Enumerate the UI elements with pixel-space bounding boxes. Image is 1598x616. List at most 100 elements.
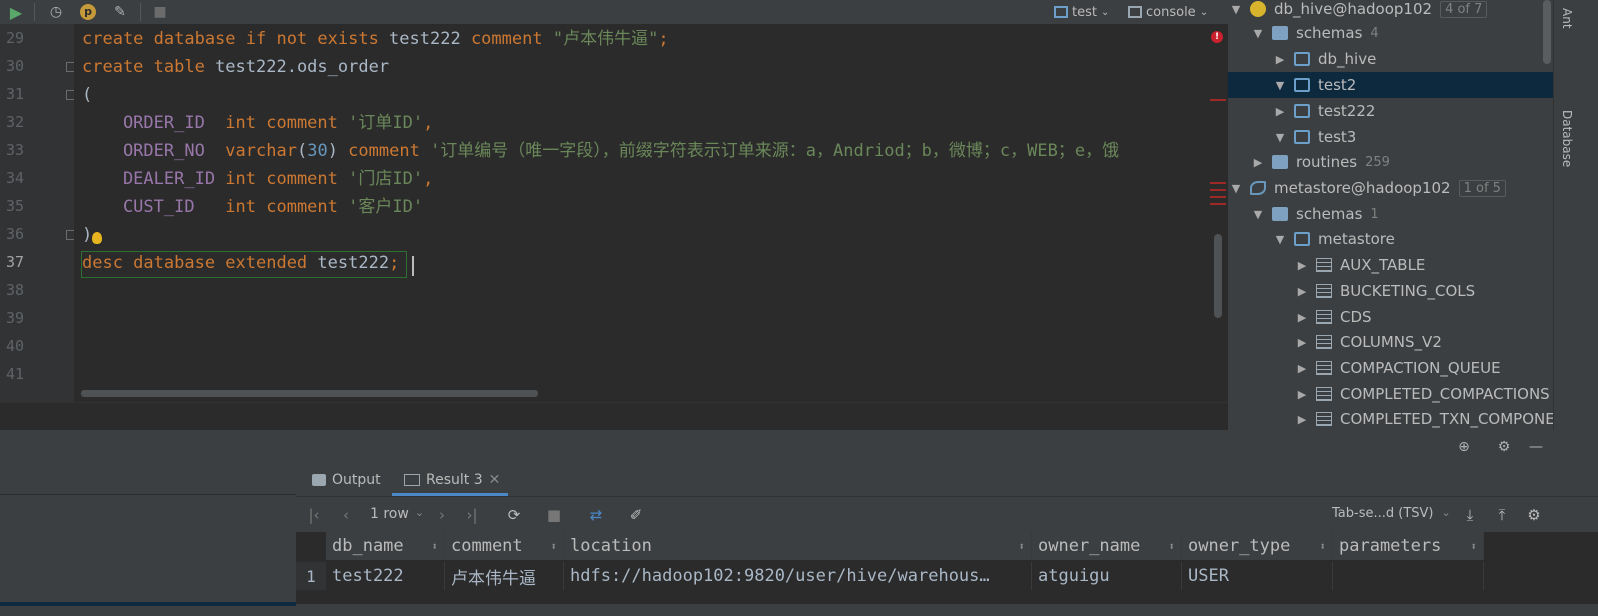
table-cell[interactable]: atguigu — [1032, 562, 1182, 590]
last-page-icon[interactable]: ›| — [462, 505, 482, 525]
toolbar-separator — [34, 3, 35, 21]
tree-scrollbar[interactable] — [1543, 0, 1551, 64]
console-icon — [1128, 6, 1142, 18]
code-line-34: DEALER_ID int comment '门店ID', — [82, 165, 433, 193]
ant-tool-tab[interactable]: Ant — [1560, 8, 1574, 29]
collapsed-arrow-icon[interactable]: ▶ — [1272, 105, 1288, 118]
collapsed-arrow-icon[interactable]: ▶ — [1272, 53, 1288, 66]
error-icon[interactable]: ! — [1211, 31, 1223, 43]
line-number: 33 — [5, 141, 24, 159]
tab-output[interactable]: Output — [312, 464, 381, 496]
lightbulb-icon[interactable] — [92, 232, 102, 244]
tree-node-schemas[interactable]: ▼ schemas 4 — [1250, 20, 1379, 46]
collapsed-arrow-icon[interactable]: ▶ — [1250, 156, 1266, 169]
expanded-arrow-icon[interactable]: ▼ — [1228, 3, 1244, 16]
punctuation: ( — [296, 141, 308, 161]
collapsed-arrow-icon[interactable]: ▶ — [1294, 336, 1310, 349]
tree-node-routines[interactable]: ▶ routines 259 — [1250, 149, 1390, 175]
gear-icon[interactable]: ⚙ — [1494, 437, 1514, 457]
error-mark[interactable] — [1210, 203, 1226, 205]
collapsed-arrow-icon[interactable]: ▶ — [1294, 388, 1310, 401]
editor-horizontal-scrollbar[interactable] — [81, 390, 538, 397]
table-cell[interactable] — [1333, 562, 1484, 590]
sort-icon[interactable]: ⬍ — [1319, 540, 1326, 553]
table-cell[interactable]: 卢本伟牛逼 — [445, 562, 564, 590]
collapsed-arrow-icon[interactable]: ▶ — [1294, 285, 1310, 298]
sql-editor[interactable]: create database if not exists test222 co… — [74, 24, 1210, 402]
tree-node-table[interactable]: ▶ CDS — [1294, 304, 1372, 330]
sort-icon[interactable]: ⬍ — [1168, 540, 1175, 553]
sort-icon[interactable]: ⬍ — [1470, 540, 1477, 553]
tab-result[interactable]: Result 3 ✕ — [404, 464, 500, 496]
pin-icon[interactable]: ✐ — [626, 505, 646, 525]
expanded-arrow-icon[interactable]: ▼ — [1250, 208, 1266, 221]
tree-node-schema-test3[interactable]: ▼ test3 — [1272, 124, 1357, 150]
tree-connection-db-hive[interactable]: ▼ db_hive@hadoop102 4 of 7 — [1228, 0, 1488, 22]
minimize-icon[interactable]: — — [1526, 437, 1546, 457]
tree-node-schema-metastore[interactable]: ▼ metastore — [1272, 226, 1395, 252]
expanded-arrow-icon[interactable]: ▼ — [1272, 79, 1288, 92]
sort-icon[interactable]: ⬍ — [1018, 540, 1025, 553]
error-mark[interactable] — [1210, 182, 1226, 184]
error-mark[interactable] — [1210, 99, 1226, 101]
table-cell[interactable]: hdfs://hadoop102:9820/user/hive/warehous… — [564, 562, 1032, 590]
gear-icon[interactable]: ⚙ — [1524, 505, 1544, 525]
collapsed-arrow-icon[interactable]: ▶ — [1294, 413, 1310, 426]
p-icon[interactable]: p — [78, 2, 98, 22]
sort-icon[interactable]: ⬍ — [550, 540, 557, 553]
refresh-icon[interactable]: ⟳ — [504, 505, 524, 525]
column-header-db-name[interactable]: db_name ⬍ — [326, 532, 445, 560]
column-header-owner-name[interactable]: owner_name ⬍ — [1032, 532, 1182, 560]
tree-node-table[interactable]: ▶ COMPACTION_QUEUE — [1294, 355, 1501, 381]
previous-page-icon[interactable]: ‹ — [336, 505, 356, 525]
tree-node-schema-db-hive[interactable]: ▶ db_hive — [1272, 46, 1377, 72]
column-header-owner-type[interactable]: owner_type ⬍ — [1182, 532, 1333, 560]
row-number[interactable]: 1 — [296, 562, 326, 590]
cancel-icon[interactable]: ■ — [544, 505, 564, 525]
row-count-selector[interactable]: 1 row ⌄ — [370, 506, 424, 522]
table-cell[interactable]: test222 — [326, 562, 445, 590]
wrench-icon[interactable]: ✎ — [110, 2, 130, 22]
upload-icon[interactable]: ⤒ — [1492, 505, 1512, 525]
console-selector[interactable]: console ⌄ — [1128, 2, 1208, 22]
tree-node-table[interactable]: ▶ COMPLETED_COMPACTIONS — [1294, 381, 1550, 407]
expanded-arrow-icon[interactable]: ▼ — [1272, 233, 1288, 246]
tree-node-table[interactable]: ▶ COLUMNS_V2 — [1294, 329, 1442, 355]
play-icon[interactable]: ▶ — [6, 2, 26, 22]
tree-node-schema-test2[interactable]: ▼ test2 — [1272, 72, 1357, 98]
target-icon[interactable]: ⊕ — [1454, 437, 1474, 457]
tree-node-table[interactable]: ▶ AUX_TABLE — [1294, 252, 1426, 278]
tree-connection-metastore[interactable]: ▼ metastore@hadoop102 1 of 5 — [1228, 175, 1506, 201]
code-line-33: ORDER_NO varchar(30) comment '订单编号（唯一字段）… — [82, 137, 1119, 165]
tree-node-table[interactable]: ▶ BUCKETING_COLS — [1294, 278, 1475, 304]
column-header-comment[interactable]: comment ⬍ — [445, 532, 564, 560]
expanded-arrow-icon[interactable]: ▼ — [1228, 182, 1244, 195]
tree-node-table[interactable]: ▶ COMPLETED_TXN_COMPONE — [1294, 406, 1555, 432]
table-icon — [1316, 258, 1332, 272]
error-mark[interactable] — [1210, 189, 1226, 191]
database-tool-tab[interactable]: Database — [1560, 110, 1574, 167]
table-cell[interactable]: USER — [1182, 562, 1333, 590]
editor-vertical-scrollbar[interactable] — [1214, 234, 1222, 318]
sort-icon[interactable]: ⬍ — [431, 540, 438, 553]
tree-node-schemas[interactable]: ▼ schemas 1 — [1250, 201, 1379, 227]
expanded-arrow-icon[interactable]: ▼ — [1272, 131, 1288, 144]
collapsed-arrow-icon[interactable]: ▶ — [1294, 259, 1310, 272]
close-icon[interactable]: ✕ — [489, 472, 501, 488]
error-mark[interactable] — [1210, 196, 1226, 198]
transpose-icon[interactable]: ⇄ — [586, 505, 606, 525]
first-page-icon[interactable]: |‹ — [304, 505, 324, 525]
schema-icon — [1294, 52, 1310, 66]
export-format-selector[interactable]: Tab-se...d (TSV) ⌄ — [1332, 506, 1451, 521]
tree-node-schema-test222[interactable]: ▶ test222 — [1272, 98, 1376, 124]
download-icon[interactable]: ⤓ — [1460, 505, 1480, 525]
next-page-icon[interactable]: › — [432, 505, 452, 525]
clock-icon[interactable]: ◷ — [46, 2, 66, 22]
column-header-location[interactable]: location ⬍ — [564, 532, 1032, 560]
column-header-parameters[interactable]: parameters ⬍ — [1333, 532, 1484, 560]
collapsed-arrow-icon[interactable]: ▶ — [1294, 311, 1310, 324]
stop-icon[interactable]: ■ — [150, 2, 170, 22]
expanded-arrow-icon[interactable]: ▼ — [1250, 27, 1266, 40]
datasource-selector[interactable]: test ⌄ — [1054, 2, 1109, 22]
collapsed-arrow-icon[interactable]: ▶ — [1294, 362, 1310, 375]
